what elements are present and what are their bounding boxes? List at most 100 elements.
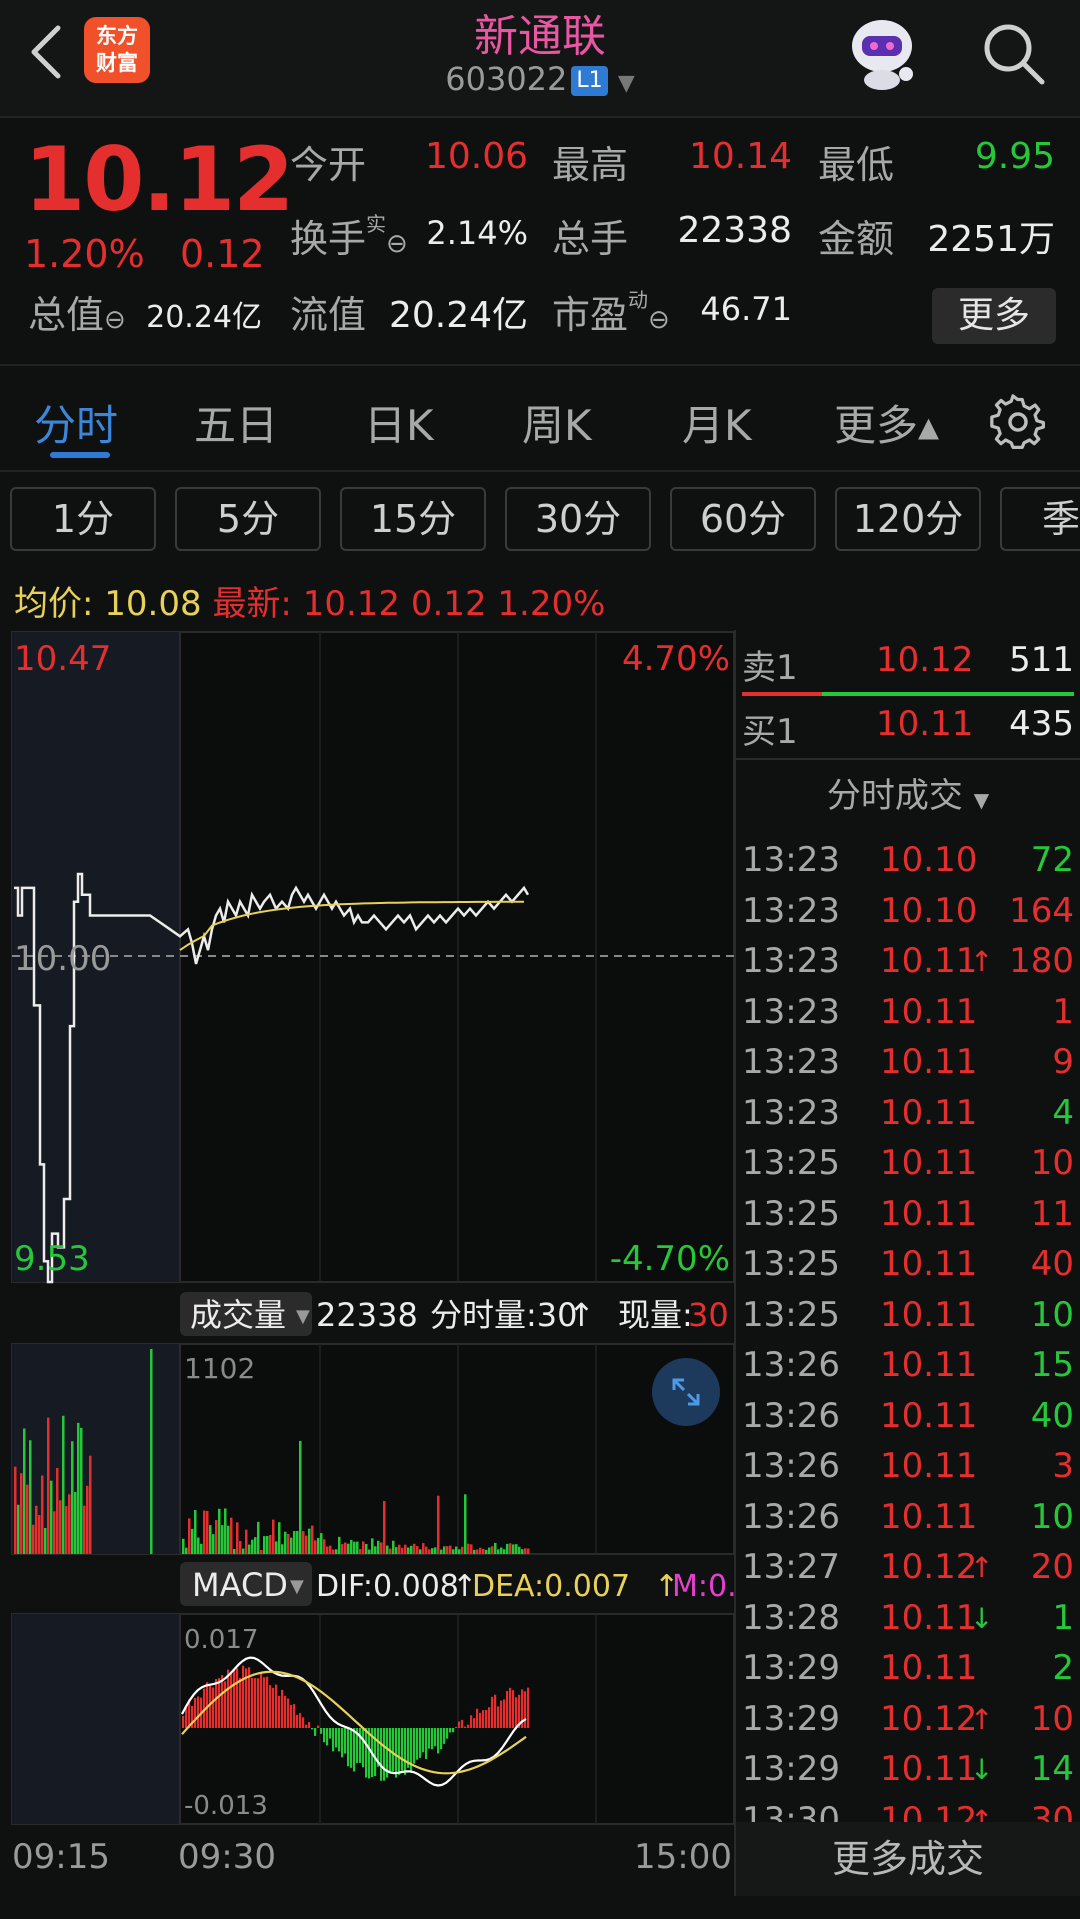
- bid-row[interactable]: 买1 10.11 435: [736, 704, 1080, 754]
- app-logo[interactable]: 东方 财富: [84, 17, 150, 83]
- volume-bar: [509, 1543, 512, 1554]
- expand-icon[interactable]: [652, 1358, 720, 1426]
- trade-time: 13:26: [742, 1345, 840, 1385]
- volume-bar: [215, 1520, 218, 1554]
- macd-bar: [287, 1698, 290, 1728]
- volume-bar: [224, 1508, 227, 1554]
- tab-1[interactable]: 五日: [194, 392, 278, 453]
- tab-5[interactable]: 更多▴: [834, 392, 939, 453]
- volume-bar: [422, 1543, 425, 1554]
- quote-label-8[interactable]: 市盈动⊖: [552, 284, 670, 339]
- volume-bar: [62, 1415, 65, 1554]
- ask-label: 卖1: [742, 648, 798, 688]
- period-button-5[interactable]: 120分: [835, 487, 981, 551]
- more-button[interactable]: 更多: [932, 288, 1056, 344]
- trade-price: 10.10: [880, 840, 978, 880]
- stock-code-row[interactable]: 603022 L1 ▼: [340, 60, 740, 98]
- avg-price-label: 均价:: [14, 584, 94, 624]
- volume-bar: [428, 1549, 431, 1554]
- macd-bar: [326, 1728, 329, 1746]
- latest-price: 10.12: [302, 584, 401, 624]
- volume-bar: [515, 1544, 518, 1554]
- trades-header[interactable]: 分时成交 ▼: [736, 768, 1080, 817]
- volume-bar: [305, 1535, 308, 1554]
- macd-dif: DIF:0.008: [316, 1569, 459, 1604]
- volume-bar: [14, 1466, 17, 1554]
- back-arrow-icon[interactable]: [20, 18, 70, 86]
- quote-label-3[interactable]: 换手实⊖: [290, 208, 408, 263]
- trade-time: 13:27: [742, 1547, 840, 1587]
- period-button-4[interactable]: 60分: [670, 487, 816, 551]
- volume-bar: [341, 1544, 344, 1554]
- ask-price: 10.12: [876, 640, 974, 680]
- quote-value-0: 10.06: [424, 136, 528, 177]
- volume-bar: [449, 1545, 452, 1554]
- macd-bar: [224, 1681, 227, 1728]
- volume-bar: [293, 1531, 296, 1554]
- volume-bar: [326, 1546, 329, 1554]
- macd-bar: [275, 1684, 278, 1728]
- volume-bar: [380, 1542, 383, 1554]
- tab-3[interactable]: 周K: [522, 392, 592, 453]
- volume-bar: [452, 1549, 455, 1554]
- volume-bar: [20, 1473, 23, 1554]
- volume-bar: [389, 1548, 392, 1554]
- search-icon[interactable]: [978, 18, 1048, 88]
- macd-m: M:0.001: [672, 1569, 736, 1604]
- volume-bar: [236, 1522, 239, 1554]
- volume-bar: [347, 1543, 350, 1554]
- macd-bar: [470, 1715, 473, 1728]
- trade-time: 13:23: [742, 991, 840, 1032]
- more-trades-button[interactable]: 更多成交: [736, 1822, 1080, 1896]
- tab-0[interactable]: 分时: [34, 392, 118, 453]
- macd-bar: [284, 1695, 287, 1728]
- volume-bar: [419, 1549, 422, 1554]
- macd-bar: [272, 1687, 275, 1728]
- volume-bar: [233, 1549, 236, 1554]
- change-amount: 0.12: [180, 232, 265, 276]
- volume-bar: [209, 1525, 212, 1554]
- trade-row: 13:29 10.12 ↑ 10: [736, 1699, 1080, 1749]
- macd-bar: [485, 1709, 488, 1728]
- macd-bar: [452, 1728, 455, 1733]
- trade-volume: 1: [1052, 1597, 1074, 1638]
- robot-assistant-icon[interactable]: [842, 10, 926, 94]
- info-circle-icon[interactable]: ⊖: [386, 229, 408, 259]
- tab-2[interactable]: 日K: [364, 392, 434, 453]
- period-button-1[interactable]: 5分: [175, 487, 321, 551]
- volume-bar: [524, 1548, 527, 1554]
- macd-bar: [428, 1728, 431, 1749]
- volume-bar: [503, 1549, 506, 1554]
- volume-max-label: 1102: [184, 1352, 255, 1385]
- volume-bar: [38, 1515, 41, 1554]
- up-arrow-icon: ↑: [970, 945, 994, 978]
- trade-volume: 14: [1030, 1749, 1074, 1789]
- up-arrow-icon: ↑: [970, 1702, 994, 1736]
- period-button-6[interactable]: 季: [1000, 487, 1080, 551]
- volume-bar: [479, 1547, 482, 1554]
- level-badge: L1: [571, 66, 608, 96]
- macd-bar: [425, 1728, 428, 1760]
- period-button-0[interactable]: 1分: [10, 487, 156, 551]
- volume-bar: [71, 1441, 74, 1554]
- macd-min-label: -0.013: [184, 1791, 268, 1821]
- period-button-2[interactable]: 15分: [340, 487, 486, 551]
- info-circle-icon[interactable]: ⊖: [648, 305, 670, 335]
- period-button-3[interactable]: 30分: [505, 487, 651, 551]
- macd-bar: [353, 1728, 356, 1772]
- volume-bar: [344, 1542, 347, 1554]
- trade-time: 13:26: [742, 1446, 840, 1486]
- volume-bar: [251, 1539, 254, 1554]
- gear-icon[interactable]: [990, 394, 1046, 450]
- ask-row[interactable]: 卖1 10.12 511: [736, 640, 1080, 690]
- intraday-chart[interactable]: 10.47 10.00 9.53 4.70% -4.70% 成交量 ▼ 2233…: [0, 628, 736, 1888]
- info-circle-icon[interactable]: ⊖: [104, 305, 126, 335]
- top-bar: 东方 财富 新通联 603022 L1 ▼: [0, 0, 1080, 118]
- macd-bar: [500, 1700, 503, 1728]
- trade-price: 10.11: [880, 1193, 978, 1234]
- macd-bar: [305, 1724, 308, 1728]
- macd-bar: [503, 1699, 506, 1728]
- volume-bar: [242, 1548, 245, 1554]
- tab-4[interactable]: 月K: [682, 392, 752, 453]
- quote-value-8: 46.71: [700, 290, 792, 328]
